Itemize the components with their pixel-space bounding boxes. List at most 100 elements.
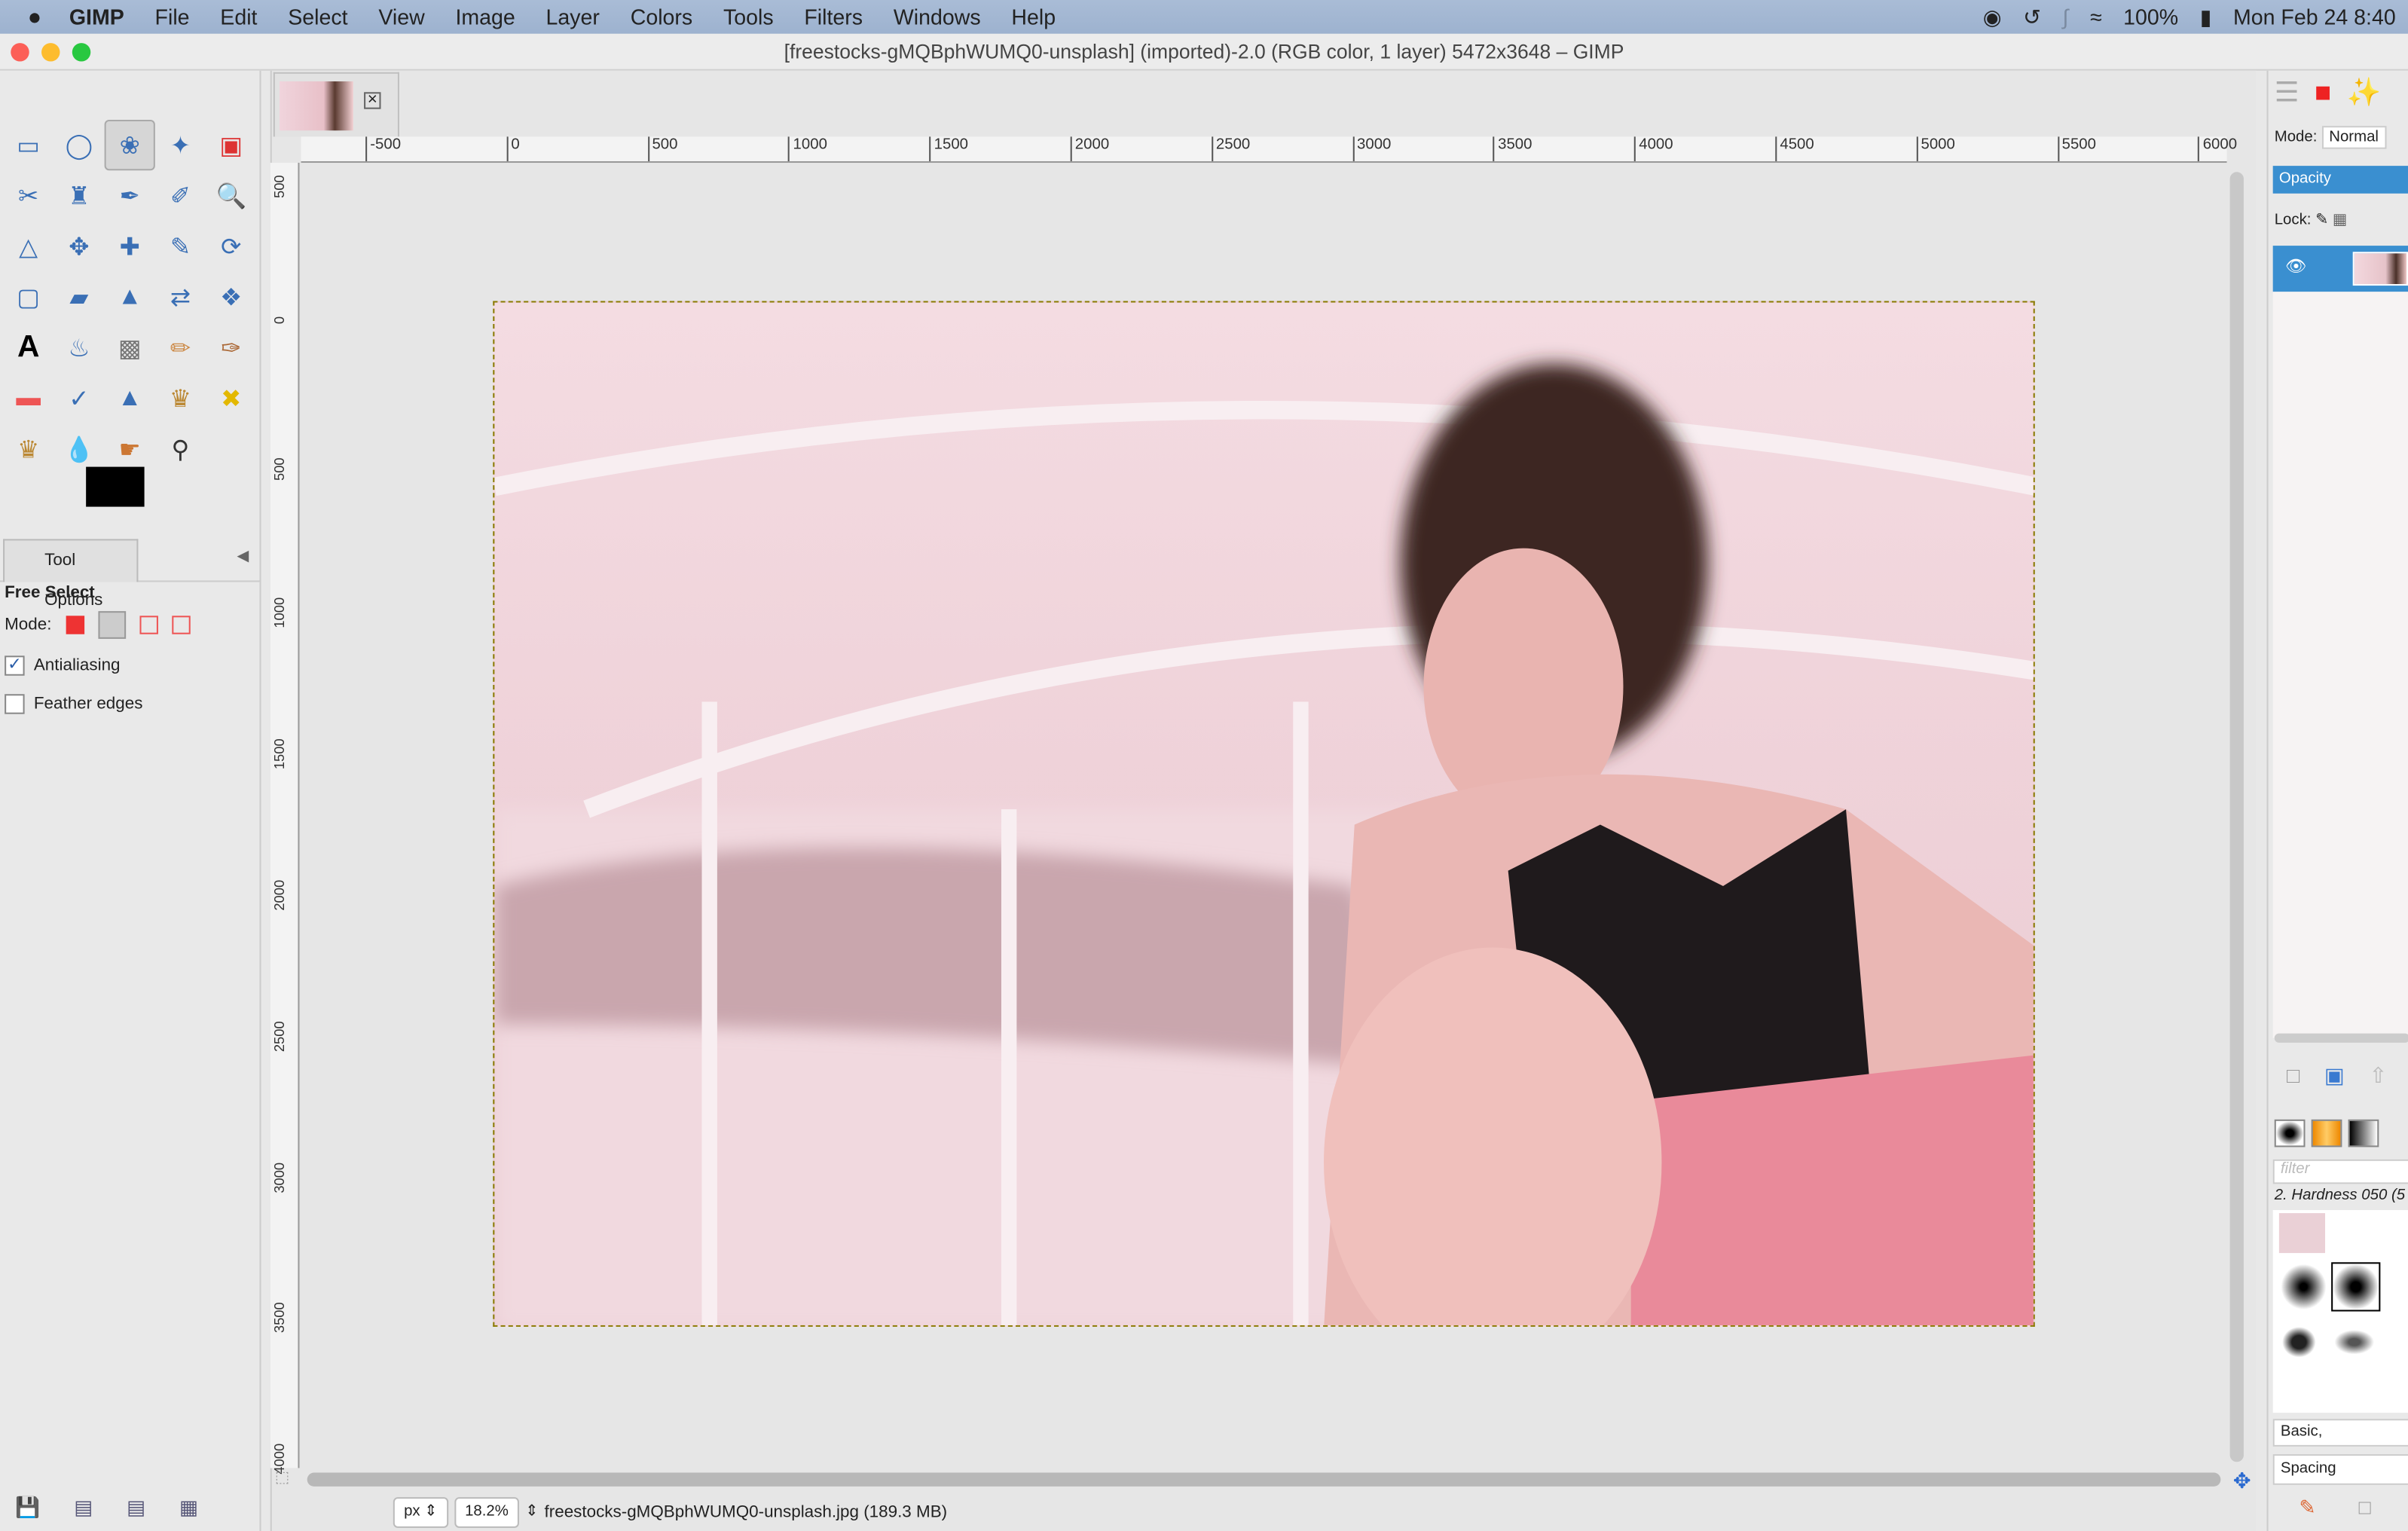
lock-alpha-icon[interactable]: ▦ [2333,212,2347,228]
antialiasing-row[interactable]: ✓ Antialiasing [5,655,121,676]
mode-add-button[interactable] [97,611,126,639]
paths-icon[interactable]: ✒ [105,170,155,221]
scissors-icon[interactable]: ✂ [3,170,53,221]
minimize-window-button[interactable] [41,43,60,62]
edit-brush-icon[interactable]: ✎ [2299,1496,2315,1520]
mode-intersect-button[interactable] [171,616,191,634]
gradient-icon[interactable]: ▩ [105,322,155,373]
flip-icon[interactable]: ⇄ [155,272,206,322]
vertical-ruler[interactable]: 500 0 500 1000 1500 2000 2500 3000 3500 4000 [270,163,300,1474]
brush-grid[interactable] [2272,1210,2408,1413]
menu-colors[interactable]: Colors [631,5,692,29]
menu-app[interactable]: GIMP [69,5,124,29]
zoom-input[interactable]: 18.2% [454,1496,520,1527]
image-canvas[interactable] [493,301,2035,1327]
new-brush-icon[interactable]: □ [2359,1496,2371,1520]
new-layer-icon[interactable]: □ [2287,1062,2300,1089]
bluetooth-icon[interactable]: ∫ [2063,5,2069,29]
opacity-slider[interactable]: Opacity [2272,166,2408,194]
brush-filter-input[interactable]: filter [2272,1159,2408,1184]
navigate-icon[interactable]: ✥ [2233,1468,2251,1494]
menu-help[interactable]: Help [1011,5,1056,29]
unit-select[interactable]: px ⇕ [393,1496,448,1527]
foreground-color-swatch[interactable] [86,466,145,507]
layers-tab-icon[interactable]: ☰ [2275,77,2300,109]
rect-select-icon[interactable]: ▭ [3,120,53,170]
clone-icon[interactable]: ♛ [155,373,206,423]
brushes-tab-icon[interactable] [2274,1119,2306,1147]
layers-scrollbar[interactable] [2274,1033,2408,1043]
pencil-icon[interactable]: ✏ [155,322,206,373]
reset-options-icon[interactable]: ▦ [179,1496,198,1520]
crop-icon[interactable]: ✎ [155,221,206,271]
zoom-icon[interactable]: 🔍 [206,170,256,221]
measure-icon[interactable]: △ [3,221,53,271]
layers-list[interactable] [2272,292,2408,1038]
brush-item-selected[interactable] [2331,1262,2381,1312]
clock[interactable]: Mon Feb 24 8:40 [2233,5,2396,29]
brush-item[interactable] [2278,1262,2329,1312]
brush-clipboard[interactable] [2278,1213,2325,1254]
rotate-icon[interactable]: ⟳ [206,221,256,271]
gradients-tab-icon[interactable] [2348,1119,2379,1147]
move-icon[interactable]: ✥ [53,221,104,271]
zoom-stepper[interactable]: ⇕ [525,1503,538,1520]
menu-tools[interactable]: Tools [723,5,774,29]
mode-subtract-button[interactable] [139,616,158,634]
fuzzy-select-icon[interactable]: ✦ [155,120,206,170]
shear-icon[interactable]: ▰ [53,272,104,322]
time-machine-icon[interactable]: ↺ [2023,4,2041,30]
bucket-fill-icon[interactable]: ♨ [53,322,104,373]
horizontal-ruler[interactable]: -500 0 500 1000 1500 2000 2500 3000 3500 4000 4500… [301,136,2237,163]
quick-mask-icon[interactable]: ⬚ [275,1469,289,1486]
battery-icon[interactable]: ▮ [2200,4,2212,30]
brush-item[interactable] [2334,1329,2375,1355]
dodge-burn-icon[interactable]: ⚲ [155,424,206,475]
image-tab[interactable]: × [273,72,399,137]
horizontal-scrollbar[interactable] [307,1472,2221,1487]
perspective-clone-icon[interactable]: ♛ [3,424,53,475]
paintbrush-icon[interactable]: ✑ [206,322,256,373]
heal-icon[interactable]: ✖ [206,373,256,423]
new-layer-group-icon[interactable]: ▣ [2324,1062,2345,1089]
restore-options-icon[interactable]: ▤ [74,1496,93,1520]
layer-mode-select[interactable]: Normal [2321,126,2387,149]
raise-layer-icon[interactable]: ⇧ [2369,1062,2387,1089]
tab-tool-options[interactable]: Tool Options [3,539,139,610]
spacing-slider[interactable]: Spacing [2272,1454,2408,1485]
record-icon[interactable]: ◉ [1983,4,2002,30]
feather-checkbox[interactable] [5,694,25,714]
close-tab-icon[interactable]: × [364,91,381,109]
menu-select[interactable]: Select [288,5,347,29]
patterns-tab-icon[interactable] [2311,1119,2342,1147]
layer-row[interactable]: 👁 [2272,246,2408,292]
delete-options-icon[interactable]: ▤ [127,1496,145,1520]
antialiasing-checkbox[interactable]: ✓ [5,655,25,676]
panel-menu-icon[interactable]: ◀ [237,549,249,565]
feather-row[interactable]: Feather edges [5,694,142,714]
scale-icon[interactable]: ▢ [3,272,53,322]
menu-windows[interactable]: Windows [894,5,981,29]
menu-view[interactable]: View [378,5,424,29]
airbrush-icon[interactable]: ✓ [53,373,104,423]
ellipse-select-icon[interactable]: ◯ [53,120,104,170]
free-select-icon[interactable]: ❀ [104,119,155,171]
save-options-icon[interactable]: 💾 [15,1496,40,1520]
apple-icon[interactable]: ● [28,4,41,30]
ink-icon[interactable]: ▲ [105,373,155,423]
wifi-icon[interactable]: ≈ [2090,5,2102,29]
zoom-window-button[interactable] [72,43,91,62]
menu-image[interactable]: Image [455,5,515,29]
align-icon[interactable]: ✚ [105,221,155,271]
close-window-button[interactable] [11,43,29,62]
mode-replace-button[interactable] [65,616,84,634]
text-icon[interactable]: A [3,322,53,373]
menu-layer[interactable]: Layer [546,5,600,29]
cage-icon[interactable]: ❖ [206,272,256,322]
paths-tab-icon[interactable]: ✨ [2347,77,2382,109]
brush-item[interactable] [2281,1326,2316,1358]
menu-edit[interactable]: Edit [220,5,257,29]
color-select-icon[interactable]: ▣ [206,120,256,170]
visibility-eye-icon[interactable]: 👁 [2285,256,2306,276]
eraser-icon[interactable]: ▬ [3,373,53,423]
